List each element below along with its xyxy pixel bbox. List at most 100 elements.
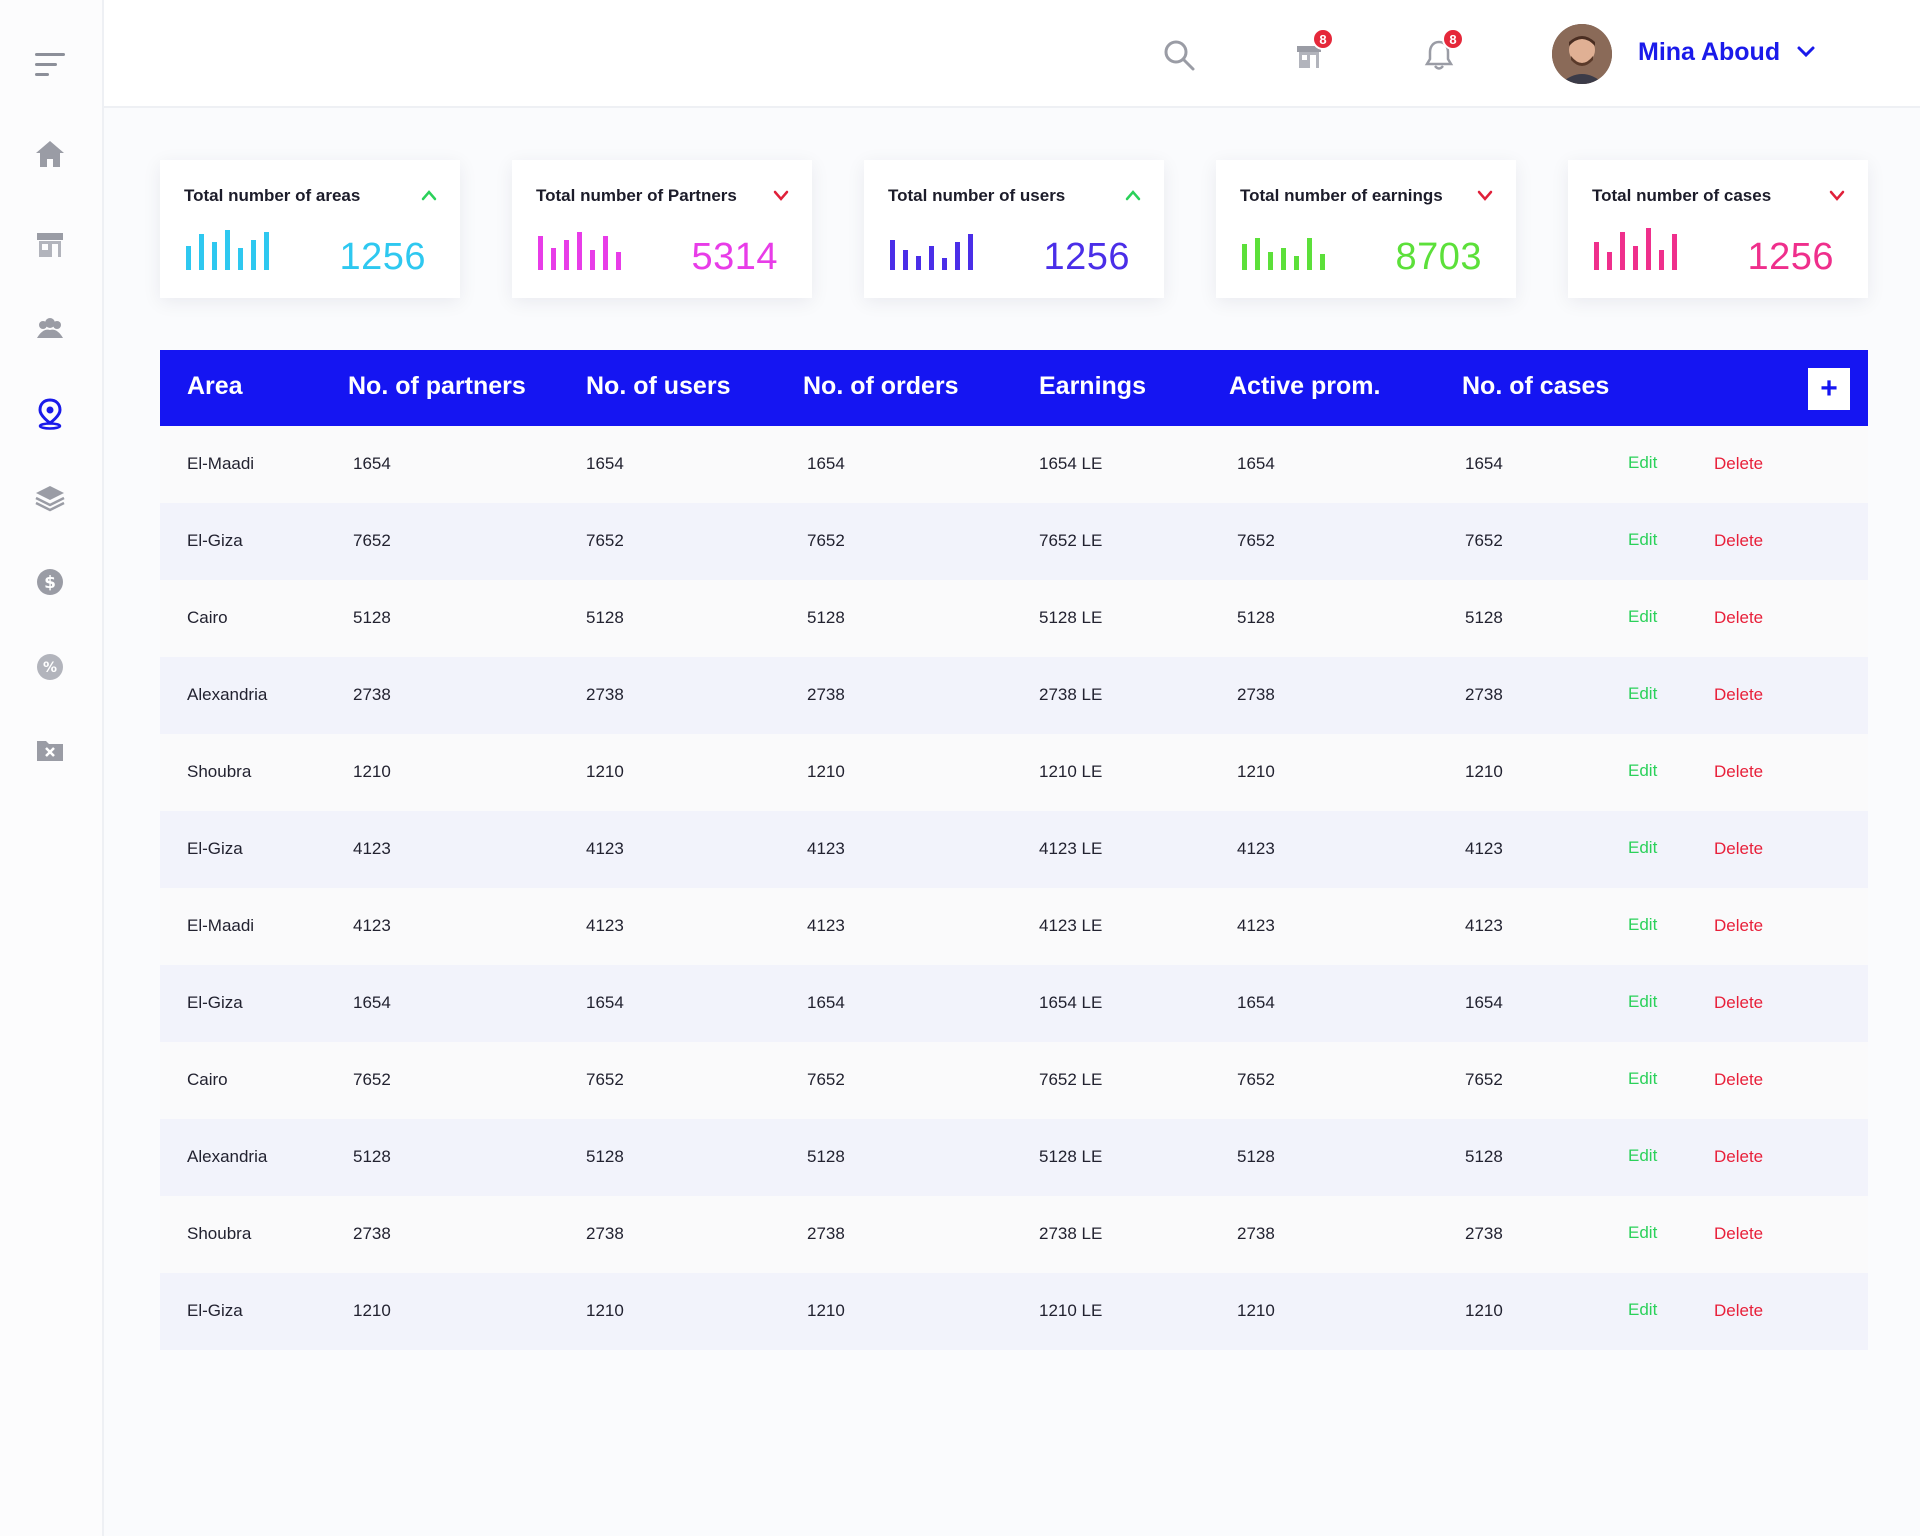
table-cell: 5128 [1237,608,1275,627]
chevron-down-icon[interactable] [1476,188,1494,202]
edit-button[interactable]: Edit [1628,838,1657,858]
mini-bar-chart-icon [1594,228,1677,270]
edit-button[interactable]: Edit [1628,992,1657,1012]
edit-button[interactable]: Edit [1628,1223,1657,1243]
table-cell: 7652 LE [1039,531,1103,550]
table-row: Shoubra 1210 1210 1210 1210 LE 1210 1210 Edit De… [160,734,1868,811]
table-row: El-Giza 1210 1210 1210 1210 LE 1210 1210 Edit De… [160,1273,1868,1350]
table-cell: 7652 [1237,1070,1275,1089]
table-cell: 1210 [1237,762,1275,781]
svg-text:%: % [43,660,57,676]
users-group-icon[interactable] [26,305,74,353]
edit-button[interactable]: Edit [1628,1146,1657,1166]
table-cell: 2738 [807,685,845,704]
table-cell: Alexandria [187,1147,268,1166]
column-header[interactable]: No. of orders [803,372,959,401]
column-header[interactable]: No. of users [586,372,730,401]
chevron-down-icon[interactable] [1794,40,1818,64]
delete-button[interactable]: Delete [1714,531,1763,551]
edit-button[interactable]: Edit [1628,530,1657,550]
orders-badge: 8 [1312,28,1334,50]
table-cell: 1210 [1465,1301,1503,1320]
table-cell: 2738 LE [1039,1224,1103,1243]
store-icon[interactable] [26,220,74,268]
table-cell: 4123 [807,916,845,935]
edit-button[interactable]: Edit [1628,607,1657,627]
table-row: Shoubra 2738 2738 2738 2738 LE 2738 2738 Edit De… [160,1196,1868,1273]
stat-card: Total number of cases 1256 [1568,160,1868,298]
table-cell: 7652 [807,531,845,550]
delete-button[interactable]: Delete [1714,454,1763,474]
table-cell: 7652 [353,531,391,550]
table-cell: 7652 [586,531,624,550]
chevron-up-icon[interactable] [420,188,438,202]
table-cell: 7652 [1237,531,1275,550]
table-cell: 7652 LE [1039,1070,1103,1089]
table-cell: 1654 LE [1039,993,1103,1012]
delete-button[interactable]: Delete [1714,685,1763,705]
add-button[interactable]: + [1808,368,1850,410]
table-row: Cairo 5128 5128 5128 5128 LE 5128 5128 Edit Dele… [160,580,1868,657]
table-cell: 5128 [1465,608,1503,627]
delete-button[interactable]: Delete [1714,1070,1763,1090]
table-cell: 1210 LE [1039,762,1103,781]
chevron-up-icon[interactable] [1124,188,1142,202]
delete-button[interactable]: Delete [1714,1147,1763,1167]
delete-button[interactable]: Delete [1714,1301,1763,1321]
delete-button[interactable]: Delete [1714,839,1763,859]
percent-icon[interactable]: % [26,643,74,691]
table-cell: 5128 [807,608,845,627]
user-name[interactable]: Mina Aboud [1638,38,1780,67]
bell-icon[interactable]: 8 [1414,28,1464,80]
column-header[interactable]: Active prom. [1229,372,1380,401]
edit-button[interactable]: Edit [1628,761,1657,781]
folder-x-icon[interactable] [26,726,74,774]
stat-card-value: 1256 [339,236,426,278]
table-cell: 2738 [586,1224,624,1243]
mini-bar-chart-icon [186,230,269,270]
table-cell: 5128 [353,608,391,627]
table-cell: 2738 [1237,1224,1275,1243]
delete-button[interactable]: Delete [1714,993,1763,1013]
notifications-badge: 8 [1442,28,1464,50]
table-cell: 7652 [807,1070,845,1089]
column-header[interactable]: No. of partners [348,372,526,401]
column-header[interactable]: No. of cases [1462,372,1609,401]
table-cell: Alexandria [187,685,268,704]
table-cell: 1654 [353,454,391,473]
column-header[interactable]: Area [187,372,243,401]
table-row: Alexandria 5128 5128 5128 5128 LE 5128 5128 Edi… [160,1119,1868,1196]
search-icon[interactable] [1154,30,1204,80]
table-cell: 2738 [807,1224,845,1243]
edit-button[interactable]: Edit [1628,1069,1657,1089]
delete-button[interactable]: Delete [1714,762,1763,782]
orders-store-icon[interactable]: 8 [1284,28,1334,80]
stat-card: Total number of Partners 5314 [512,160,812,298]
table-cell: 1210 [586,762,624,781]
table-cell: 1210 [586,1301,624,1320]
table-cell: 4123 [1465,916,1503,935]
layers-icon[interactable] [26,474,74,522]
delete-button[interactable]: Delete [1714,916,1763,936]
edit-button[interactable]: Edit [1628,684,1657,704]
svg-text:$: $ [44,573,56,593]
avatar[interactable] [1552,24,1612,84]
stat-card-value: 8703 [1395,236,1482,278]
table-cell: 4123 [1237,916,1275,935]
table-cell: 1654 LE [1039,454,1103,473]
menu-icon[interactable] [26,40,74,88]
edit-button[interactable]: Edit [1628,1300,1657,1320]
table-cell: 1654 [1237,454,1275,473]
chevron-down-icon[interactable] [1828,188,1846,202]
map-pin-icon[interactable] [26,390,74,438]
table-cell: 7652 [1465,531,1503,550]
chevron-down-icon[interactable] [772,188,790,202]
delete-button[interactable]: Delete [1714,1224,1763,1244]
home-icon[interactable] [26,130,74,178]
dollar-icon[interactable]: $ [26,558,74,606]
delete-button[interactable]: Delete [1714,608,1763,628]
edit-button[interactable]: Edit [1628,915,1657,935]
edit-button[interactable]: Edit [1628,453,1657,473]
table-cell: Shoubra [187,1224,252,1243]
column-header[interactable]: Earnings [1039,372,1146,401]
